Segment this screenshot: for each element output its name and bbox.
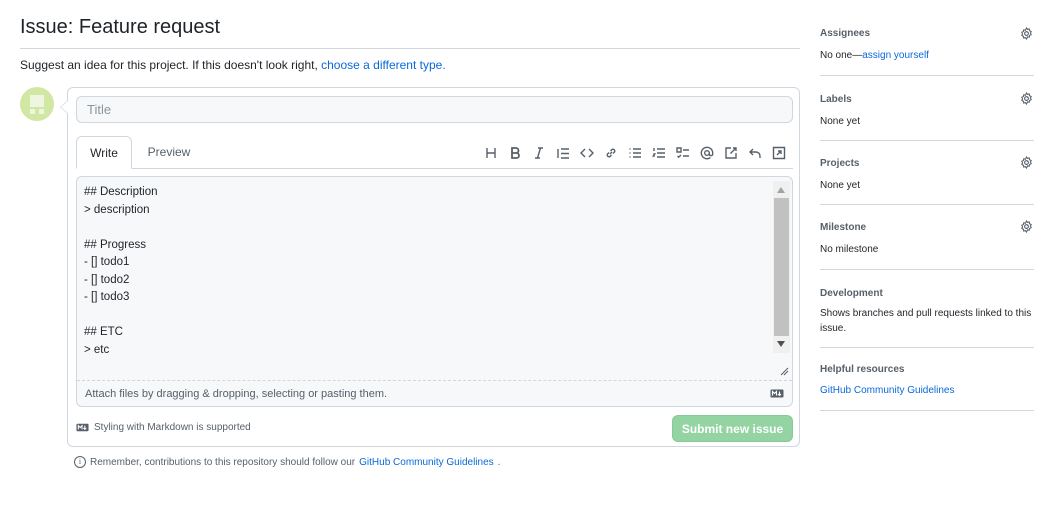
bold-icon[interactable]: [503, 144, 527, 162]
assignees-value: No one—assign yourself: [820, 48, 1034, 63]
markdown-toolbar: [479, 144, 791, 162]
reminder-end: .: [497, 456, 501, 468]
contribution-reminder: i Remember, contributions to this reposi…: [74, 456, 500, 468]
avatar: [20, 87, 54, 121]
task-list-icon[interactable]: [671, 144, 695, 162]
gear-icon[interactable]: [1020, 92, 1033, 105]
labels-heading[interactable]: Labels: [820, 76, 1034, 105]
tabs-divider: [76, 168, 793, 169]
scroll-down-arrow-icon[interactable]: [777, 341, 785, 347]
gear-icon[interactable]: [1020, 156, 1033, 169]
sidebar-assignees: Assignees No one—assign yourself: [820, 22, 1034, 76]
scroll-up-arrow-icon[interactable]: [777, 187, 785, 193]
ordered-list-icon[interactable]: [647, 144, 671, 162]
markdown-icon: [770, 389, 784, 398]
issue-sidebar: Assignees No one—assign yourself Labels …: [820, 22, 1034, 411]
unordered-list-icon[interactable]: [623, 144, 647, 162]
gear-icon[interactable]: [1020, 220, 1033, 233]
sidebar-development: Development Shows branches and pull requ…: [820, 270, 1034, 348]
quote-icon[interactable]: [551, 144, 575, 162]
undo-icon[interactable]: [743, 144, 767, 162]
editor-scrollbar[interactable]: [773, 181, 790, 353]
new-issue-form: Write Preview ## Description > descripti…: [60, 87, 800, 447]
attach-files-hint[interactable]: Attach files by dragging & dropping, sel…: [85, 388, 387, 400]
attach-divider: [77, 380, 792, 381]
milestone-heading[interactable]: Milestone: [820, 205, 1034, 233]
mention-icon[interactable]: [695, 144, 719, 162]
tab-write[interactable]: Write: [76, 136, 132, 169]
sidebar-helpful-resources: Helpful resources GitHub Community Guide…: [820, 348, 1034, 411]
info-icon: i: [74, 456, 86, 468]
sidebar-labels: Labels None yet: [820, 76, 1034, 141]
issue-body-editor[interactable]: ## Description > description ## Progress…: [76, 176, 793, 407]
code-icon[interactable]: [575, 144, 599, 162]
community-guidelines-sidebar-link[interactable]: GitHub Community Guidelines: [820, 385, 955, 396]
heading-icon[interactable]: [479, 144, 503, 162]
sidebar-milestone: Milestone No milestone: [820, 205, 1034, 270]
assign-yourself-link[interactable]: assign yourself: [862, 50, 929, 61]
issue-title-input[interactable]: [76, 96, 793, 123]
submit-new-issue-button[interactable]: Submit new issue: [672, 415, 793, 442]
gear-icon[interactable]: [1020, 27, 1033, 40]
tab-preview[interactable]: Preview: [138, 136, 200, 169]
page-title: Issue: Feature request: [20, 16, 221, 38]
page-subtitle: Suggest an idea for this project. If thi…: [20, 58, 446, 72]
reminder-text: Remember, contributions to this reposito…: [90, 456, 356, 468]
development-heading: Development: [820, 288, 883, 299]
markdown-icon: [76, 423, 89, 432]
subtitle-text: Suggest an idea for this project. If thi…: [20, 58, 322, 72]
link-icon[interactable]: [599, 144, 623, 162]
labels-value: None yet: [820, 116, 861, 127]
community-guidelines-link[interactable]: GitHub Community Guidelines: [359, 457, 494, 468]
projects-value: None yet: [820, 180, 861, 191]
markdown-supported-note: Styling with Markdown is supported: [76, 422, 251, 433]
choose-different-type-link[interactable]: choose a different type.: [321, 58, 446, 72]
reference-icon[interactable]: [719, 144, 743, 162]
markdown-note-text: Styling with Markdown is supported: [94, 422, 251, 433]
sidebar-projects: Projects None yet: [820, 141, 1034, 205]
italic-icon[interactable]: [527, 144, 551, 162]
milestone-value: No milestone: [820, 244, 879, 255]
no-one-text: No one—: [820, 50, 863, 61]
projects-heading[interactable]: Projects: [820, 141, 1034, 169]
title-divider: [20, 48, 800, 49]
fullscreen-icon[interactable]: [767, 144, 791, 162]
resize-handle-icon[interactable]: [779, 366, 789, 376]
scroll-thumb[interactable]: [774, 198, 789, 336]
helpful-resources-heading: Helpful resources: [820, 364, 905, 375]
assignees-heading[interactable]: Assignees: [820, 22, 1034, 39]
development-value: Shows branches and pull requests linked …: [820, 308, 1032, 334]
issue-body-text[interactable]: ## Description > description ## Progress…: [84, 184, 764, 359]
